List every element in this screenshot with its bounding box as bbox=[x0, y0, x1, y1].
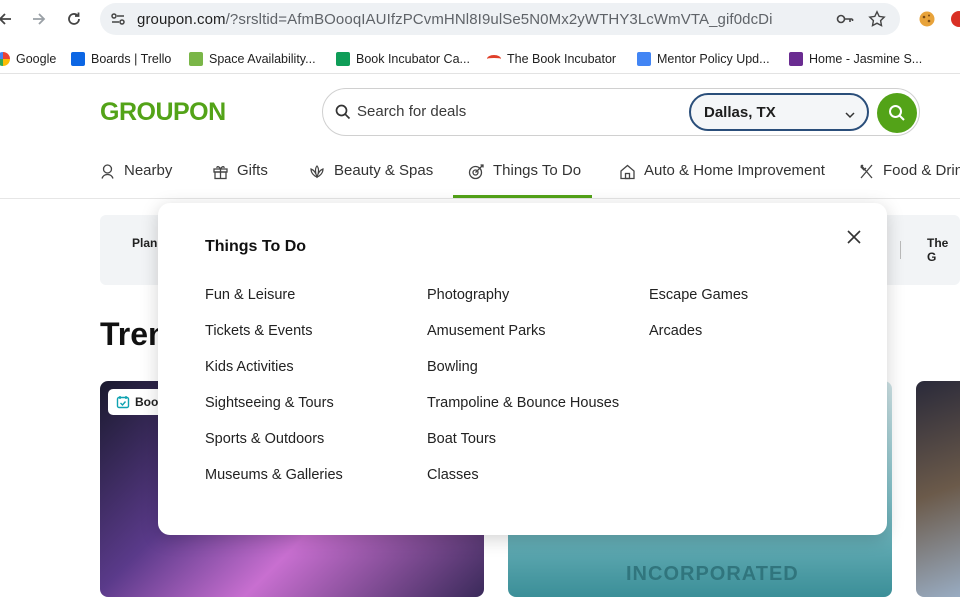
the-g-label[interactable]: The G bbox=[927, 236, 960, 264]
nav-auto-home-improvement[interactable]: Auto & Home Improvement bbox=[619, 159, 825, 199]
chevron-down-icon bbox=[845, 107, 855, 125]
card-image-text: INCORPORATED bbox=[626, 563, 799, 585]
dropdown-item[interactable]: Tickets & Events bbox=[205, 323, 343, 359]
bookmark-google[interactable]: Google bbox=[0, 50, 56, 68]
dropdown-item[interactable]: Photography bbox=[427, 287, 619, 323]
profile-avatar-icon[interactable] bbox=[950, 10, 960, 33]
site-settings-icon[interactable] bbox=[110, 11, 126, 32]
nav-gifts[interactable]: Gifts bbox=[212, 159, 268, 199]
password-key-icon[interactable] bbox=[836, 11, 854, 32]
bookmark-label: Book Incubator Ca... bbox=[356, 52, 470, 66]
dropdown-column-1: Fun & Leisure Tickets & Events Kids Acti… bbox=[205, 287, 343, 503]
url-path: /?srsltid=AfmBOooqIAUIfzPCvmHNl8I9ulSe5N… bbox=[225, 11, 773, 28]
nav-food-drink[interactable]: Food & Drink bbox=[858, 159, 960, 199]
calendar-check-icon bbox=[116, 396, 130, 409]
nav-label: Food & Drink bbox=[883, 162, 960, 179]
search-button[interactable] bbox=[877, 93, 917, 133]
search-icon bbox=[335, 104, 351, 125]
google-icon bbox=[0, 52, 10, 66]
gift-icon bbox=[213, 165, 228, 180]
groupon-logo[interactable]: GROUPON bbox=[100, 98, 226, 127]
bookmark-label: Home - Jasmine S... bbox=[809, 52, 923, 66]
calendar-icon bbox=[189, 52, 203, 66]
url-text: groupon.com/?srsltid=AfmBOooqIAUIfzPCvmH… bbox=[137, 11, 773, 28]
dropdown-item[interactable]: Sightseeing & Tours bbox=[205, 395, 343, 431]
person-pin-icon bbox=[101, 164, 114, 179]
dropdown-item[interactable]: Boat Tours bbox=[427, 431, 619, 467]
bookmark-label: Google bbox=[16, 52, 57, 66]
bookmark-label: Boards | Trello bbox=[91, 52, 172, 66]
dropdown-item[interactable]: Fun & Leisure bbox=[205, 287, 343, 323]
lotus-icon bbox=[310, 165, 324, 179]
dropdown-item[interactable]: Sports & Outdoors bbox=[205, 431, 343, 467]
search-input[interactable] bbox=[357, 103, 677, 120]
bookmarks-bar: Google Boards | Trello Space Availabilit… bbox=[0, 44, 960, 74]
dropdown-item[interactable]: Escape Games bbox=[649, 287, 748, 323]
close-button[interactable] bbox=[844, 227, 864, 247]
bookmark-the-book-incubator[interactable]: The Book Incubator bbox=[487, 50, 616, 68]
close-icon bbox=[847, 230, 861, 244]
nav-label: Beauty & Spas bbox=[334, 162, 434, 179]
address-bar[interactable]: groupon.com/?srsltid=AfmBOooqIAUIfzPCvmH… bbox=[100, 3, 900, 35]
bookmark-book-incubator-calendar[interactable]: Book Incubator Ca... bbox=[336, 50, 470, 68]
dropdown-item[interactable]: Trampoline & Bounce Houses bbox=[427, 395, 619, 431]
bookmark-home-jasmine[interactable]: Home - Jasmine S... bbox=[789, 50, 922, 68]
nav-beauty-spas[interactable]: Beauty & Spas bbox=[308, 159, 433, 199]
dropdown-column-3: Escape Games Arcades bbox=[649, 287, 748, 359]
dropdown-item[interactable]: Amusement Parks bbox=[427, 323, 619, 359]
site-favicon-icon bbox=[789, 52, 803, 66]
swoosh-icon bbox=[487, 55, 501, 63]
nav-label: Gifts bbox=[237, 162, 268, 179]
dropdown-column-2: Photography Amusement Parks Bowling Tram… bbox=[427, 287, 619, 503]
target-dart-icon bbox=[468, 164, 484, 180]
house-icon bbox=[620, 164, 635, 180]
dropdown-item[interactable]: Classes bbox=[427, 467, 619, 503]
forward-icon[interactable] bbox=[28, 8, 50, 30]
back-icon[interactable] bbox=[0, 8, 16, 30]
sheets-icon bbox=[336, 52, 350, 66]
deal-card[interactable] bbox=[916, 381, 960, 597]
bookmark-label: Mentor Policy Upd... bbox=[657, 52, 770, 66]
nav-label: Things To Do bbox=[493, 162, 582, 179]
nav-label: Nearby bbox=[124, 162, 173, 179]
nav-label: Auto & Home Improvement bbox=[644, 162, 825, 179]
dropdown-item[interactable]: Arcades bbox=[649, 323, 748, 359]
search-bar: Dallas, TX bbox=[322, 88, 920, 136]
strip-divider bbox=[900, 241, 901, 259]
reload-icon[interactable] bbox=[63, 8, 85, 30]
category-nav: Nearby Gifts Beauty & Spas Things To Do … bbox=[0, 159, 960, 199]
things-to-do-dropdown: Things To Do Fun & Leisure Tickets & Eve… bbox=[158, 203, 887, 535]
nav-things-to-do[interactable]: Things To Do bbox=[468, 159, 581, 199]
active-tab-indicator bbox=[453, 195, 592, 198]
location-selector[interactable]: Dallas, TX bbox=[689, 93, 869, 131]
nav-nearby[interactable]: Nearby bbox=[99, 159, 172, 199]
plan-label[interactable]: Plan bbox=[132, 236, 157, 250]
bookmark-star-icon[interactable] bbox=[868, 10, 886, 33]
bookmark-mentor-policy[interactable]: Mentor Policy Upd... bbox=[637, 50, 770, 68]
bookmark-label: The Book Incubator bbox=[507, 52, 617, 66]
dropdown-title: Things To Do bbox=[205, 238, 307, 255]
search-button-icon bbox=[889, 105, 905, 121]
site-header: GROUPON Dallas, TX Nearby Gifts Beauty &… bbox=[0, 75, 960, 199]
cookie-extension-icon[interactable] bbox=[918, 10, 936, 33]
trello-icon bbox=[71, 52, 85, 66]
dropdown-item[interactable]: Kids Activities bbox=[205, 359, 343, 395]
dropdown-item[interactable]: Museums & Galleries bbox=[205, 467, 343, 503]
bookmark-label: Space Availability... bbox=[209, 52, 316, 66]
browser-toolbar: groupon.com/?srsltid=AfmBOooqIAUIfzPCvmH… bbox=[0, 0, 960, 38]
location-value: Dallas, TX bbox=[704, 104, 776, 121]
bookmark-space-availability[interactable]: Space Availability... bbox=[189, 50, 316, 68]
url-host: groupon.com bbox=[137, 11, 226, 28]
docs-icon bbox=[637, 52, 651, 66]
utensils-icon bbox=[860, 164, 873, 179]
bookmark-trello[interactable]: Boards | Trello bbox=[71, 50, 171, 68]
browser-chrome: groupon.com/?srsltid=AfmBOooqIAUIfzPCvmH… bbox=[0, 0, 960, 74]
dropdown-item[interactable]: Bowling bbox=[427, 359, 619, 395]
